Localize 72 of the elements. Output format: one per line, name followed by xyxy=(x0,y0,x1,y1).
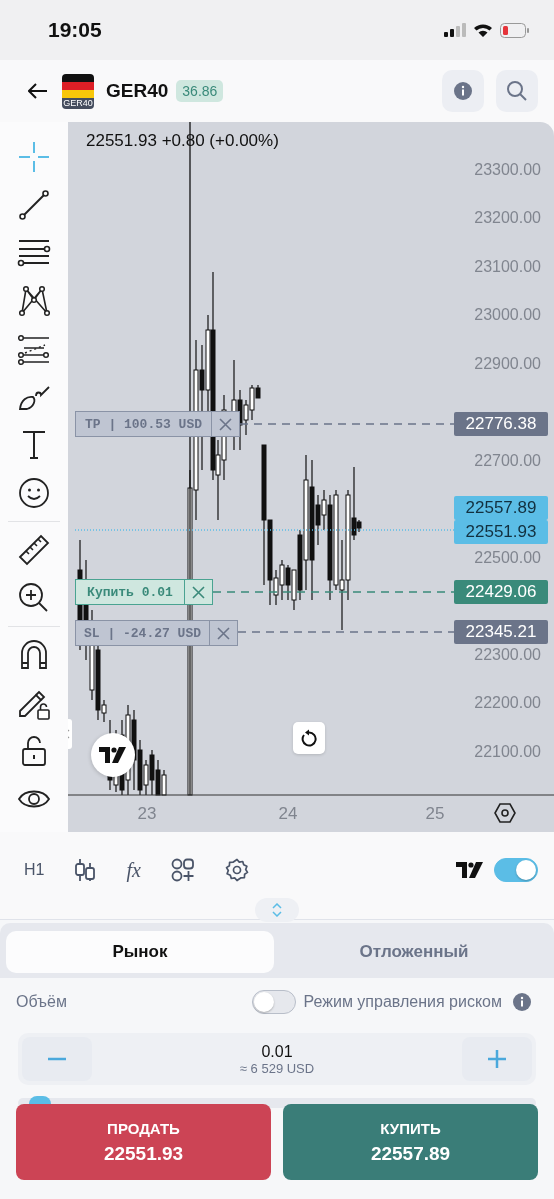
search-icon xyxy=(506,80,528,102)
price-tag: 22776.38 xyxy=(454,412,548,436)
logo-icon xyxy=(456,862,484,878)
logo-badge[interactable] xyxy=(91,733,135,777)
plus-icon xyxy=(488,1050,506,1068)
price-axis-label: 23300.00 xyxy=(474,160,541,180)
search-button[interactable] xyxy=(496,70,538,112)
close-icon xyxy=(192,585,205,599)
price-axis-label: 22700.00 xyxy=(474,451,541,471)
templates-icon[interactable] xyxy=(170,858,195,882)
ruler-icon[interactable] xyxy=(17,533,51,567)
wifi-icon xyxy=(473,22,493,38)
signal-icon xyxy=(444,23,466,37)
back-arrow-icon[interactable] xyxy=(28,83,48,99)
trend-line-icon[interactable] xyxy=(17,188,51,222)
risk-slider-thumb[interactable] xyxy=(29,1096,52,1104)
volume-value: 0.01 xyxy=(261,1042,293,1061)
price-axis-label: 22900.00 xyxy=(474,354,541,374)
price-axis-label: 22300.00 xyxy=(474,645,541,665)
flag-label: GER40 xyxy=(62,97,94,109)
volume-label: Объём xyxy=(16,993,67,1011)
symbol-title: GER40 xyxy=(106,80,169,102)
drag-handle[interactable] xyxy=(255,898,299,922)
timeframe-button[interactable]: H1 xyxy=(24,861,45,879)
time-axis-label: 23 xyxy=(136,804,158,824)
order-type-tab[interactable]: Рынок xyxy=(6,931,274,973)
candles-icon[interactable] xyxy=(74,858,97,882)
smiley-icon[interactable] xyxy=(17,476,51,510)
price-axis-label: 23100.00 xyxy=(474,257,541,277)
spread-badge: 36.86 xyxy=(176,80,224,102)
minus-icon xyxy=(48,1057,66,1061)
rotate-icon xyxy=(300,729,318,747)
price-axis-label: 22500.00 xyxy=(474,548,541,568)
price-tag: 22551.93 xyxy=(454,520,548,544)
risk-mode-toggle[interactable] xyxy=(251,990,296,1014)
price-tag: 22429.06 xyxy=(454,580,548,604)
price-axis-label: 22200.00 xyxy=(474,693,541,713)
info-icon[interactable] xyxy=(512,992,532,1012)
reset-button[interactable] xyxy=(293,722,325,754)
time-axis-label: 24 xyxy=(277,804,299,824)
indicators-button[interactable]: fx xyxy=(126,858,141,882)
close-icon xyxy=(217,626,230,640)
flag-icon xyxy=(62,73,94,98)
price-tag: 22345.21 xyxy=(454,620,548,644)
risk-mode-label: Режим управления риском xyxy=(303,993,502,1011)
price-axis-label: 22100.00 xyxy=(474,742,541,762)
pattern-icon[interactable] xyxy=(17,284,51,318)
info-button[interactable] xyxy=(442,70,484,112)
settings-hexagon-icon[interactable] xyxy=(494,802,516,824)
price-axis-label: 23000.00 xyxy=(474,305,541,325)
time-axis-label: 25 xyxy=(424,804,446,824)
logo-icon xyxy=(99,747,127,763)
price-axis-label: 23200.00 xyxy=(474,208,541,228)
close-button[interactable] xyxy=(212,411,240,437)
volume-approx: ≈ 6 529 USD xyxy=(239,1060,315,1076)
status-time: 19:05 xyxy=(48,18,102,42)
buy-button[interactable]: КУПИТЬ 22557.89 xyxy=(283,1104,538,1180)
price-tag: 22557.89 xyxy=(454,496,548,520)
expand-icon xyxy=(272,903,282,917)
close-button[interactable] xyxy=(185,579,213,605)
close-icon xyxy=(219,417,232,431)
order-label[interactable]: Купить 0.01 xyxy=(75,579,185,605)
battery-icon xyxy=(500,22,530,38)
order-type-tab[interactable]: Отложенный xyxy=(280,931,548,973)
info-icon xyxy=(453,81,473,101)
close-button[interactable] xyxy=(210,620,238,646)
order-label[interactable]: SL | -24.27 USD xyxy=(75,620,210,646)
order-label[interactable]: TP | 100.53 USD xyxy=(75,411,212,437)
settings-icon[interactable] xyxy=(224,858,249,882)
fib-lines-icon[interactable] xyxy=(17,332,51,366)
chart-toggle[interactable] xyxy=(494,858,538,882)
sell-button[interactable]: ПРОДАТЬ 22551.93 xyxy=(16,1104,271,1180)
